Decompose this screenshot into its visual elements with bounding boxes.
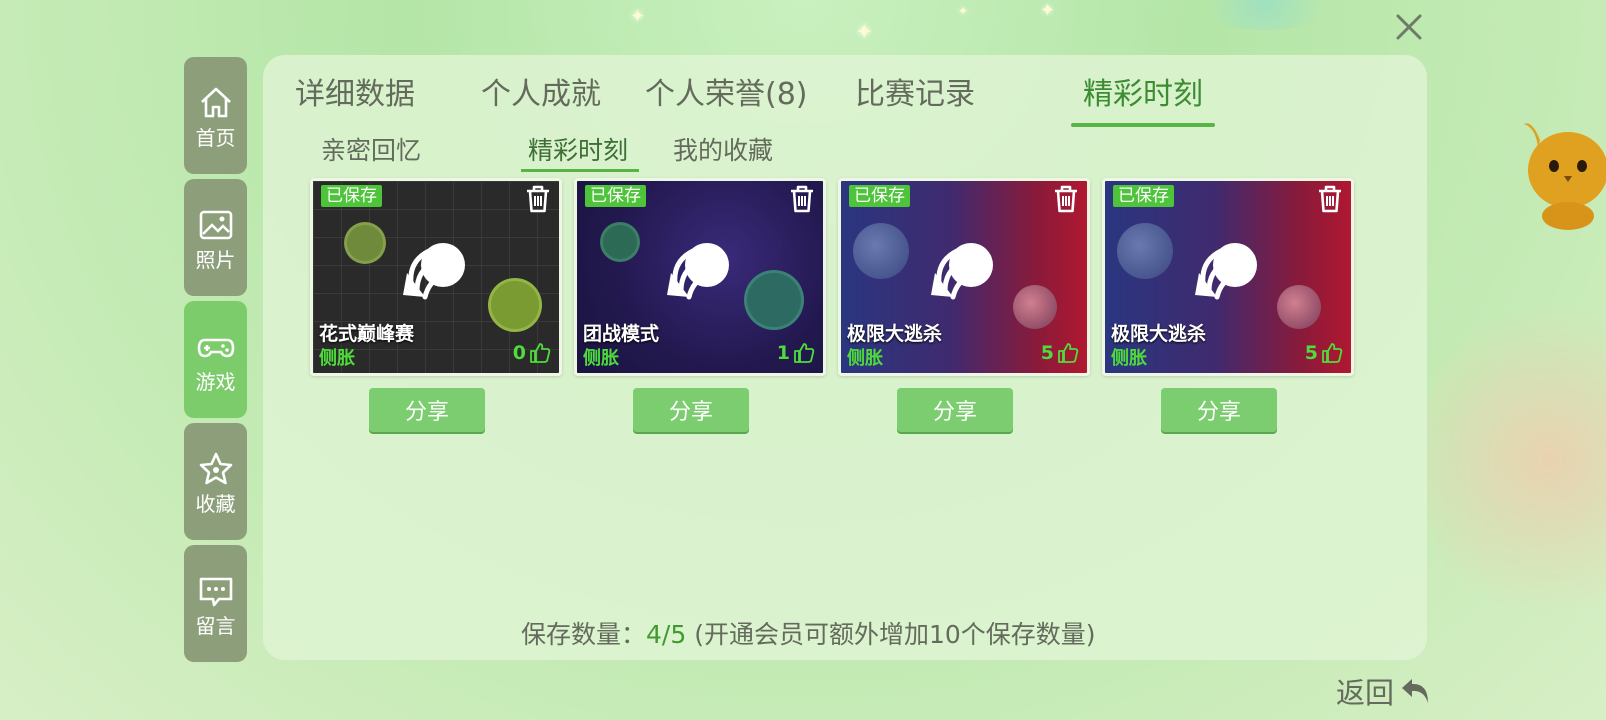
like-count-value: 0 — [512, 342, 526, 364]
subtab-memories[interactable]: 亲密回忆 — [321, 131, 421, 167]
like-count-value: 5 — [1040, 342, 1054, 364]
share-button[interactable]: 分享 — [1161, 388, 1277, 432]
card-title: 团战模式 — [583, 323, 660, 345]
message-icon — [199, 577, 232, 606]
subtab-my-favorites[interactable]: 我的收藏 — [673, 131, 773, 167]
sidebar-item-label: 留言 — [195, 613, 236, 638]
card-player-name: 侧胀 — [583, 348, 619, 369]
tab-details[interactable]: 详细数据 — [295, 69, 415, 113]
tab-honors[interactable]: 个人荣誉(8) — [645, 69, 808, 113]
tab-match-records[interactable]: 比赛记录 — [855, 69, 975, 113]
game-logo-icon — [931, 243, 993, 300]
trash-icon[interactable] — [1052, 184, 1080, 214]
tab-achievements[interactable]: 个人成就 — [481, 69, 601, 113]
thumbs-up-icon — [1322, 343, 1343, 363]
card-player-name: 侧胀 — [1111, 348, 1147, 369]
tab-active-indicator — [1071, 123, 1215, 127]
like-count[interactable]: 5 — [1041, 342, 1079, 364]
spiky-ball — [853, 223, 909, 279]
saved-badge: 已保存 — [585, 185, 646, 207]
highlight-card[interactable]: 已保存 极限大逃杀 侧胀 5 — [838, 178, 1090, 376]
saved-badge: 已保存 — [1113, 185, 1174, 207]
back-button[interactable]: 返回 — [1336, 670, 1434, 712]
sparkle-icon: ✦ — [630, 6, 646, 27]
cell-ball — [747, 273, 801, 327]
game-logo-icon — [1195, 243, 1257, 300]
cell-ball — [347, 225, 383, 261]
card-player-name: 侧胀 — [319, 348, 355, 369]
image-icon — [199, 210, 232, 239]
sidebar-item-favorites[interactable]: 收藏 — [184, 423, 247, 540]
save-count-prefix: 保存数量： — [521, 620, 647, 649]
sidebar-item-label: 照片 — [195, 247, 236, 272]
sparkle-icon: ✦ — [855, 20, 874, 45]
home-icon — [200, 87, 231, 117]
tab-bar: 详细数据 个人成就 个人荣誉(8) 比赛记录 精彩时刻 — [283, 69, 1407, 127]
subtab-highlights[interactable]: 精彩时刻 — [528, 131, 628, 167]
card-title: 花式巅峰赛 — [319, 323, 415, 345]
saved-badge: 已保存 — [321, 185, 382, 207]
like-count[interactable]: 0 — [513, 342, 551, 364]
game-logo-icon — [403, 243, 465, 300]
sidebar-item-label: 游戏 — [195, 369, 236, 394]
close-icon — [1396, 14, 1422, 40]
cell-ball — [491, 281, 539, 329]
return-arrow-icon — [1402, 679, 1429, 703]
thumbs-up-icon — [1058, 343, 1079, 363]
background-blob — [1190, 0, 1340, 30]
spiky-ball — [1013, 285, 1057, 329]
highlight-card[interactable]: 已保存 团战模式 侧胀 1 — [574, 178, 826, 376]
thumbs-up-icon — [794, 343, 815, 363]
like-count-value: 5 — [1304, 342, 1318, 364]
thumbs-up-icon — [530, 343, 551, 363]
sidebar-item-games[interactable]: 游戏 — [184, 301, 247, 418]
spiky-ball — [1277, 285, 1321, 329]
like-count-value: 1 — [776, 342, 790, 364]
back-label: 返回 — [1336, 676, 1395, 710]
gamepad-icon — [197, 338, 234, 357]
highlight-card[interactable]: 已保存 极限大逃杀 侧胀 5 — [1102, 178, 1354, 376]
subtab-active-indicator — [521, 169, 639, 172]
game-logo-icon — [667, 243, 729, 300]
sidebar-item-messages[interactable]: 留言 — [184, 545, 247, 662]
sidebar-item-home[interactable]: 首页 — [184, 57, 247, 174]
spiky-ball — [1117, 223, 1173, 279]
star-icon — [199, 452, 232, 484]
trash-icon[interactable] — [788, 184, 816, 214]
tab-highlights[interactable]: 精彩时刻 — [1083, 69, 1203, 113]
close-button[interactable] — [1392, 10, 1426, 44]
like-count[interactable]: 1 — [777, 342, 815, 364]
cell-ball — [603, 225, 637, 259]
saved-badge: 已保存 — [849, 185, 910, 207]
save-count-value: 4/5 — [646, 620, 687, 649]
like-count[interactable]: 5 — [1305, 342, 1343, 364]
sidebar-item-label: 首页 — [195, 125, 236, 150]
sparkle-icon: ✦ — [958, 4, 969, 18]
main-panel: 详细数据 个人成就 个人荣誉(8) 比赛记录 精彩时刻 亲密回忆 精彩时刻 我的… — [263, 55, 1427, 660]
card-player-name: 侧胀 — [847, 348, 883, 369]
highlight-card[interactable]: 已保存 花式巅峰赛 侧胀 0 — [310, 178, 562, 376]
card-title: 极限大逃杀 — [847, 323, 943, 345]
background-blob — [1420, 280, 1606, 640]
trash-icon[interactable] — [524, 184, 552, 214]
share-button[interactable]: 分享 — [897, 388, 1013, 432]
share-button[interactable]: 分享 — [369, 388, 485, 432]
card-title: 极限大逃杀 — [1111, 323, 1207, 345]
pet-character — [1524, 123, 1606, 230]
sidebar-item-photos[interactable]: 照片 — [184, 179, 247, 296]
sidebar-item-label: 收藏 — [195, 491, 236, 516]
sparkle-icon: ✦ — [1040, 0, 1056, 21]
save-count-text: 保存数量：4/5 (开通会员可额外增加10个保存数量) — [521, 615, 1096, 651]
save-count-note: (开通会员可额外增加10个保存数量) — [686, 620, 1096, 649]
trash-icon[interactable] — [1316, 184, 1344, 214]
share-button[interactable]: 分享 — [633, 388, 749, 432]
